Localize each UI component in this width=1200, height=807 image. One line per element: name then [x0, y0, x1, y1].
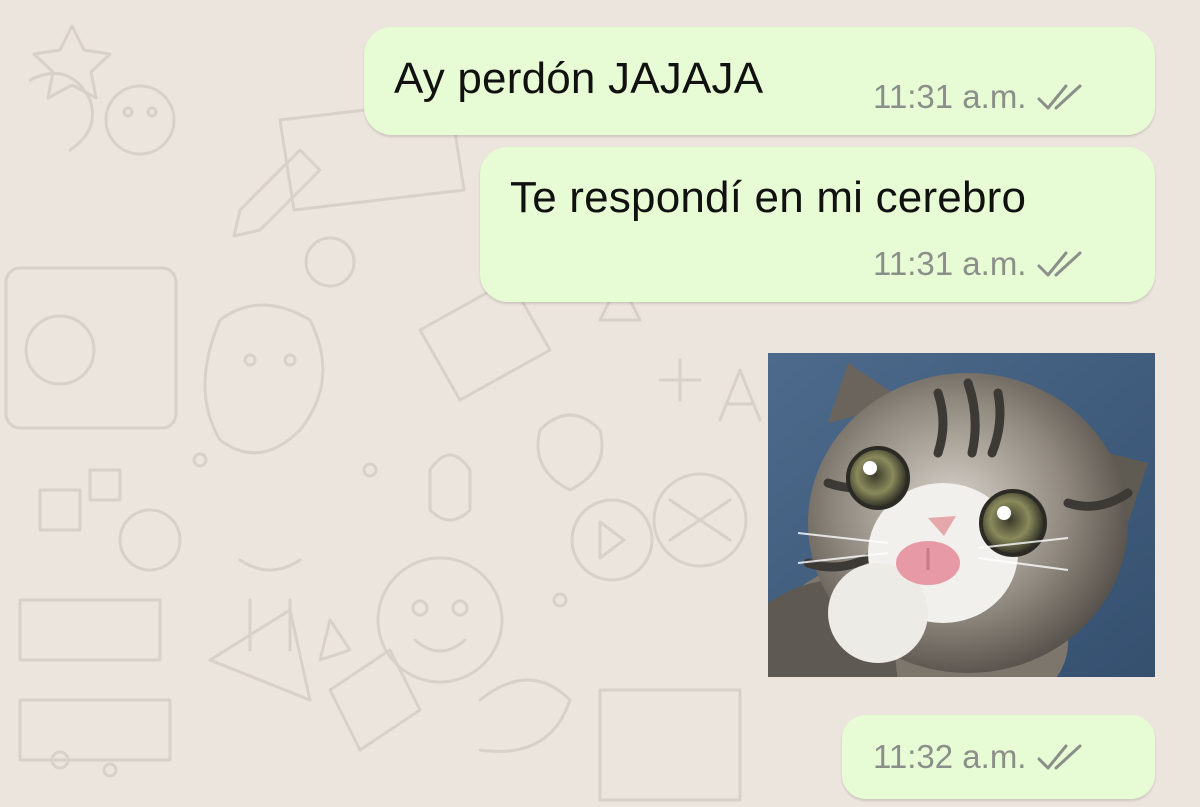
message-meta: 11:32 a.m. — [873, 738, 1088, 776]
message-text: Ay perdón JAJAJA — [394, 54, 764, 103]
message-time: 11:31 a.m. — [873, 245, 1027, 282]
message-time: 11:32 a.m. — [873, 738, 1027, 775]
kitten-sticker[interactable] — [768, 353, 1155, 677]
double-check-icon — [1036, 82, 1088, 112]
double-check-icon — [1036, 742, 1088, 772]
message-text: Te respondí en mi cerebro — [510, 173, 1027, 222]
double-check-icon — [1036, 249, 1088, 279]
message-meta: 11:31 a.m. — [873, 78, 1088, 116]
message-meta: 11:31 a.m. — [873, 245, 1088, 283]
message-time: 11:31 a.m. — [873, 78, 1027, 115]
